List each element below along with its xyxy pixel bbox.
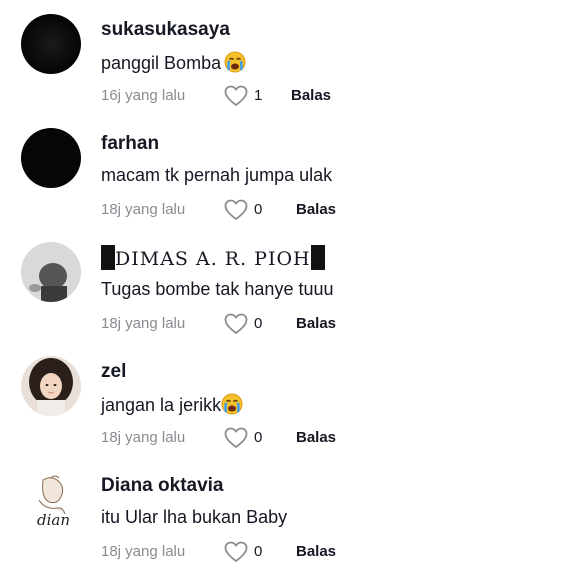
comment-meta: 18j yang lalu 0 Balas — [101, 541, 461, 563]
username[interactable]: DIMAS A. R. PIOH — [101, 245, 325, 270]
comment-text-content: panggil Bomba — [101, 53, 222, 73]
timestamp: 18j yang lalu — [101, 429, 186, 446]
like-heart-icon[interactable] — [224, 427, 248, 449]
crying-face-icon — [224, 51, 246, 73]
username[interactable]: farhan — [101, 133, 159, 155]
username[interactable]: zel — [101, 361, 126, 383]
like-heart-icon[interactable] — [224, 85, 248, 107]
avatar-signature: dian — [37, 511, 70, 529]
timestamp: 18j yang lalu — [101, 315, 186, 332]
timestamp: 18j yang lalu — [101, 201, 186, 218]
comment-text: itu Ular lha bukan Baby — [101, 507, 288, 527]
timestamp: 18j yang lalu — [101, 543, 186, 560]
avatar[interactable]: dian — [21, 470, 81, 530]
comment-text: panggil Bomba — [101, 51, 246, 74]
like-heart-icon[interactable] — [224, 199, 248, 221]
like-heart-icon[interactable] — [224, 541, 248, 563]
reply-button[interactable]: Balas — [296, 429, 336, 446]
like-count: 1 — [254, 87, 263, 104]
avatar[interactable] — [21, 242, 81, 302]
reply-button[interactable]: Balas — [296, 315, 336, 332]
comment-text: macam tk pernah jumpa ulak — [101, 165, 333, 185]
comment-item: sukasukasaya panggil Bomba 16j yang lalu… — [0, 0, 582, 114]
comment-meta: 16j yang lalu 1 Balas — [101, 85, 461, 107]
like-count: 0 — [254, 429, 263, 446]
like-count: 0 — [254, 315, 263, 332]
avatar[interactable] — [21, 128, 81, 188]
name-decoration-left — [101, 245, 115, 270]
avatar[interactable] — [21, 356, 81, 416]
avatar[interactable] — [21, 14, 81, 74]
name-decoration-right — [310, 245, 325, 270]
like-count: 0 — [254, 543, 263, 560]
like-count: 0 — [254, 201, 263, 218]
crying-face-icon — [221, 393, 243, 415]
comment-item: DIMAS A. R. PIOH Tugas bombe tak hanye t… — [0, 228, 582, 342]
like-heart-icon[interactable] — [224, 313, 248, 335]
comment-item: dian Diana oktavia itu Ular lha bukan Ba… — [0, 456, 582, 570]
comment-text-content: jangan la jerikk — [101, 395, 222, 415]
username-text: DIMAS A. R. PIOH — [115, 248, 311, 270]
username[interactable]: Diana oktavia — [101, 475, 224, 497]
timestamp: 16j yang lalu — [101, 87, 186, 104]
comment-meta: 18j yang lalu 0 Balas — [101, 427, 461, 449]
username[interactable]: sukasukasaya — [101, 19, 230, 41]
reply-button[interactable]: Balas — [296, 201, 336, 218]
comment-item: farhan macam tk pernah jumpa ulak 18j ya… — [0, 114, 582, 228]
reply-button[interactable]: Balas — [291, 87, 331, 104]
comment-meta: 18j yang lalu 0 Balas — [101, 199, 461, 221]
comment-item: zel jangan la jerikk 18j yang lalu 0 Bal… — [0, 342, 582, 456]
comment-text: Tugas bombe tak hanye tuuu — [101, 279, 334, 299]
comment-meta: 18j yang lalu 0 Balas — [101, 313, 461, 335]
comment-text: jangan la jerikk — [101, 393, 243, 416]
reply-button[interactable]: Balas — [296, 543, 336, 560]
